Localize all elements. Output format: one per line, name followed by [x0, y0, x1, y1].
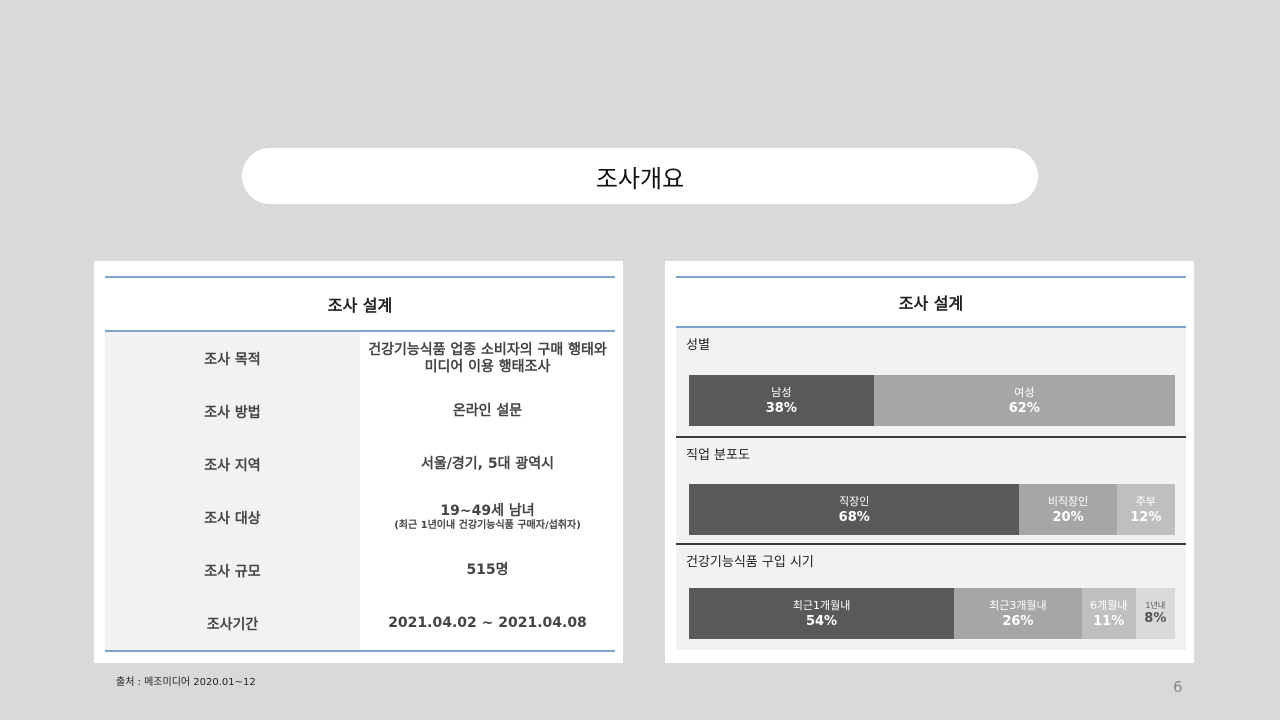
row-value: 2021.04.02 ~ 2021.04.08	[360, 597, 615, 652]
bar-segment: 주부 12%	[1116, 484, 1175, 535]
segment-label: 여성	[1014, 385, 1035, 399]
segment-label: 최근3개월내	[989, 598, 1047, 612]
bar-segment: 최근3개월내 26%	[954, 588, 1082, 639]
segment-value: 54%	[805, 613, 838, 629]
segment-label: 1년내	[1145, 600, 1166, 610]
table-row: 조사 대상 19~49세 남녀 (최근 1년이내 건강기능식품 구매자/섭취자)	[105, 491, 615, 544]
slide-title-text: 조사개요	[595, 164, 685, 193]
survey-design-table-panel: 조사 설계 조사 목적 건강기능식품 업종 소비자의 구매 행태와 미디어 이용…	[94, 261, 623, 663]
page-number: 6	[1173, 678, 1183, 696]
chart-title: 성별	[686, 338, 710, 353]
table-row: 조사기간 2021.04.02 ~ 2021.04.08	[105, 597, 615, 652]
bar-segment: 남성 38%	[689, 375, 874, 426]
purchase-timing-section: 건강기능식품 구입 시기 최근1개월내 54% 최근3개월내 26% 6개월내 11% 1년…	[676, 545, 1186, 650]
row-label: 조사 규모	[105, 544, 360, 597]
segment-label: 최근1개월내	[792, 598, 851, 612]
segment-value: 26%	[1002, 613, 1034, 629]
row-label: 조사 지역	[105, 438, 360, 491]
table-row: 조사 목적 건강기능식품 업종 소비자의 구매 행태와 미디어 이용 행태조사	[105, 331, 615, 385]
segment-label: 남성	[771, 385, 792, 399]
segment-value: 68%	[838, 509, 870, 525]
bar-segment: 최근1개월내 54%	[689, 588, 955, 639]
row-label: 조사 대상	[105, 491, 360, 544]
row-value: 19~49세 남녀 (최근 1년이내 건강기능식품 구매자/섭취자)	[360, 491, 615, 544]
table-row: 조사 규모 515명	[105, 544, 615, 597]
row-value: 온라인 설문	[452, 403, 523, 419]
row-value-sub: (최근 1년이내 건강기능식품 구매자/섭취자)	[394, 520, 581, 531]
table-row: 조사 방법 온라인 설문	[105, 385, 615, 438]
bar-segment: 직장인 68%	[689, 484, 1020, 535]
job-bar: 직장인 68% 비직장인 20% 주부 12%	[689, 484, 1175, 535]
gender-section: 성별 남성 38% 여성 62%	[676, 328, 1186, 436]
segment-label: 비직장인	[1047, 494, 1089, 508]
row-value-line1: 건강기능식품 업종 소비자의 구매 행태와	[368, 341, 607, 358]
chart-title: 건강기능식품 구입 시기	[686, 555, 814, 570]
row-label: 조사 목적	[105, 331, 360, 385]
segment-value: 62%	[1008, 400, 1040, 416]
segment-label: 6개월내	[1090, 598, 1128, 612]
table-header: 조사 설계	[105, 276, 615, 332]
table-row: 조사 지역 서울/경기, 5대 광역시	[105, 438, 615, 491]
bar-segment: 비직장인 20%	[1019, 484, 1117, 535]
segment-value: 12%	[1130, 509, 1162, 525]
row-value: 건강기능식품 업종 소비자의 구매 행태와 미디어 이용 행태조사	[360, 331, 615, 385]
row-value: 서울/경기, 5대 광역시	[421, 456, 554, 472]
segment-label: 직장인	[839, 494, 870, 508]
row-label: 조사기간	[105, 597, 360, 652]
job-section: 직업 분포도 직장인 68% 비직장인 20% 주부 12%	[676, 438, 1186, 543]
survey-design-table: 조사 설계 조사 목적 건강기능식품 업종 소비자의 구매 행태와 미디어 이용…	[105, 276, 615, 652]
row-label: 조사 방법	[105, 385, 360, 438]
row-value: 515명	[466, 562, 509, 578]
segment-label: 주부	[1135, 494, 1156, 508]
purchase-timing-bar: 최근1개월내 54% 최근3개월내 26% 6개월내 11% 1년내 8%	[689, 588, 1175, 639]
bar-segment: 6개월내 11%	[1081, 588, 1136, 639]
chart-panel-header: 조사 설계	[676, 276, 1186, 328]
gender-bar: 남성 38% 여성 62%	[689, 375, 1175, 426]
segment-value: 11%	[1093, 613, 1125, 629]
slide-title: 조사개요	[242, 148, 1038, 204]
bar-segment: 1년내 8%	[1135, 588, 1175, 639]
chart-title: 직업 분포도	[686, 448, 750, 463]
bar-segment: 여성 62%	[873, 375, 1175, 426]
row-value-main: 19~49세 남녀	[440, 503, 535, 519]
segment-value: 38%	[765, 400, 797, 416]
source-note: 출처 : 메조미디어 2020.01~12	[116, 677, 256, 688]
survey-design-chart-panel: 조사 설계 성별 남성 38% 여성 62% 직업 분포도 직장인 68% 비직장인 20%…	[665, 261, 1194, 663]
segment-value: 8%	[1144, 610, 1167, 626]
row-value-line2: 미디어 이용 행태조사	[424, 358, 551, 375]
segment-value: 20%	[1052, 509, 1084, 525]
